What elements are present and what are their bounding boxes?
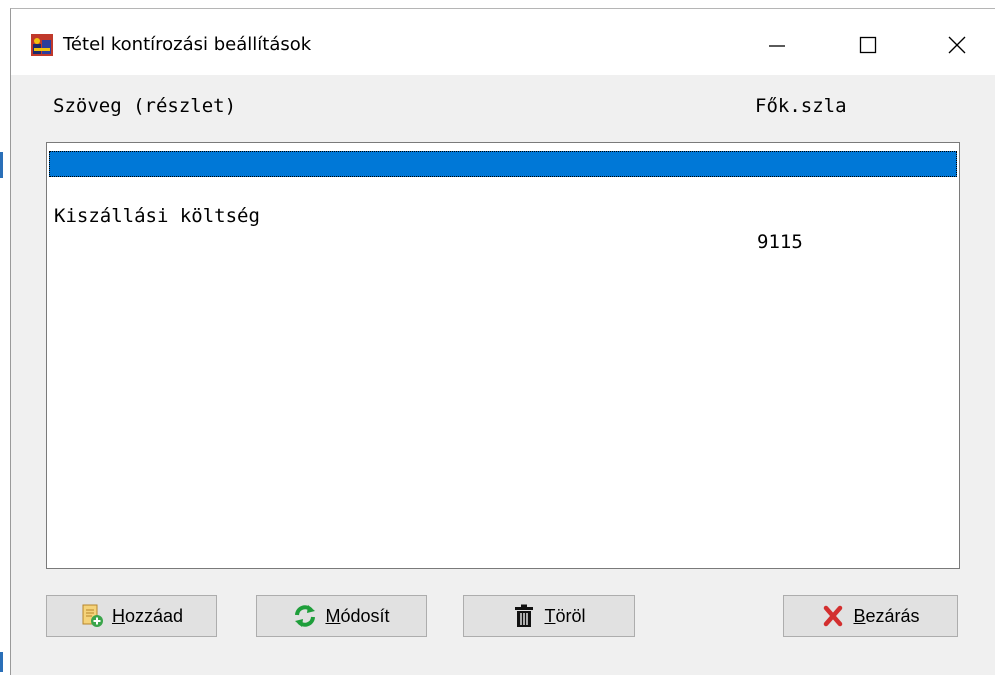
background-marker [0, 652, 3, 672]
red-x-icon [824, 605, 843, 627]
close-window-button[interactable] [934, 23, 980, 67]
list-item-text: Kiszállási költség [54, 205, 260, 227]
close-button[interactable]: Bezárás [783, 595, 958, 637]
list-item[interactable]: Kiszállási költség 9115 [49, 177, 957, 253]
maximize-icon [859, 36, 877, 54]
list-item-account: 9115 [757, 231, 803, 253]
add-button-label: Hozzáad [111, 605, 184, 626]
modify-button[interactable]: Módosít [256, 595, 427, 637]
title-bar[interactable]: Tétel kontírozási beállítások [11, 9, 995, 75]
entries-listbox[interactable]: Munkadíj 9112 Kiszállási költség 9115 [46, 142, 960, 569]
modify-button-label: Módosít [325, 605, 390, 626]
maximize-button[interactable] [845, 23, 891, 67]
background-edge [0, 0, 10, 675]
delete-button[interactable]: Töröl [463, 595, 635, 637]
app-icon [31, 34, 53, 56]
column-header-account: Fők.szla [755, 95, 847, 117]
trash-icon [515, 604, 534, 627]
dialog-window: Tétel kontírozási beállítások Szöveg (ré… [10, 8, 995, 675]
window-title: Tétel kontírozási beállítások [63, 34, 312, 55]
refresh-icon [295, 605, 316, 627]
close-icon [948, 36, 966, 54]
minimize-button[interactable] [754, 23, 800, 67]
minimize-icon [769, 45, 785, 47]
list-item[interactable]: Munkadíj 9112 [49, 151, 957, 227]
background-marker [0, 152, 3, 178]
delete-button-label: Töröl [544, 605, 586, 626]
column-header-text: Szöveg (részlet) [53, 95, 237, 117]
add-button[interactable]: Hozzáad [46, 595, 217, 637]
add-document-icon [82, 604, 103, 627]
close-button-label: Bezárás [853, 605, 920, 626]
list-item-account: 9112 [757, 205, 803, 227]
